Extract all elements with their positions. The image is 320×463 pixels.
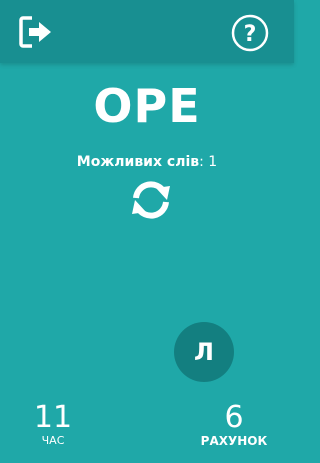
possible-words-label: Можливих слів xyxy=(76,154,200,170)
top-bar: ? xyxy=(0,0,294,63)
letter-tile[interactable]: Л xyxy=(174,322,234,382)
help-icon: ? xyxy=(231,14,269,52)
timer: 11 ЧАС xyxy=(28,402,78,448)
time-label: ЧАС xyxy=(41,434,65,447)
possible-words: Можливих слів: 1 xyxy=(0,152,294,172)
refresh-icon xyxy=(132,181,170,219)
help-button[interactable]: ? xyxy=(231,14,269,52)
refresh-button[interactable] xyxy=(127,176,175,224)
current-word: ОРЕ xyxy=(93,79,201,133)
score-label: РАХУНОК xyxy=(200,434,268,448)
exit-button[interactable] xyxy=(18,14,54,50)
score: 6 РАХУНОК xyxy=(196,400,272,449)
time-value: 11 xyxy=(33,400,73,435)
exit-icon xyxy=(19,16,51,48)
help-glyph: ? xyxy=(244,22,257,47)
possible-words-count: : 1 xyxy=(199,154,218,170)
score-value: 6 xyxy=(224,400,244,435)
